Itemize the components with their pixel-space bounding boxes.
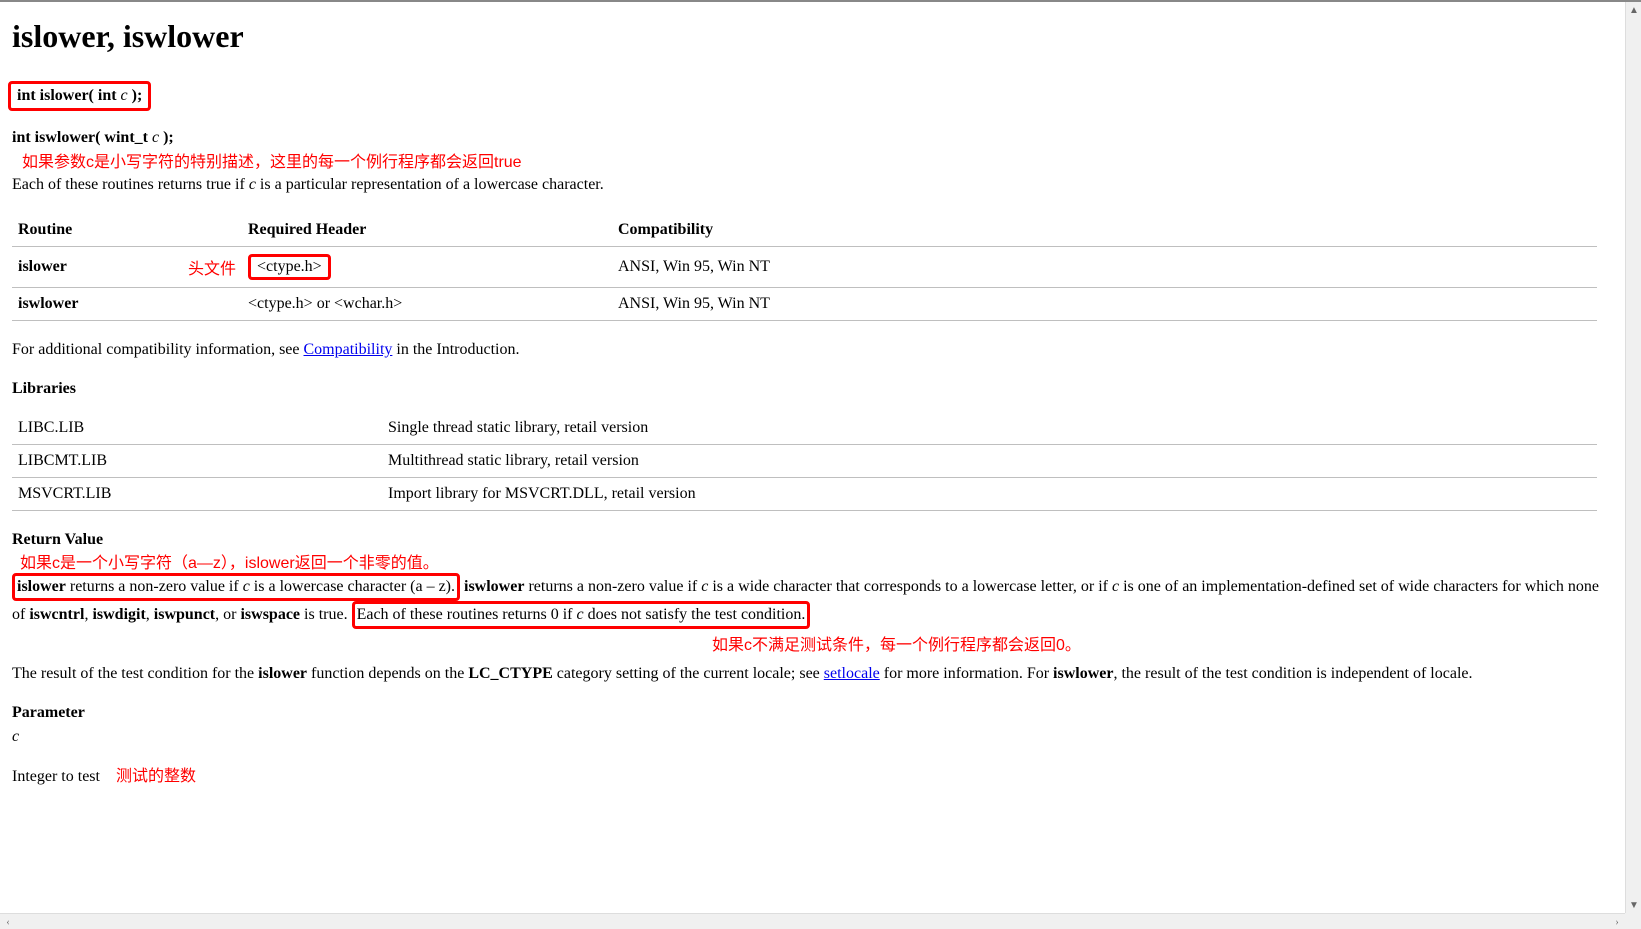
annotation-description: 如果参数c是小写字符的特别描述，这里的每一个例行程序都会返回true bbox=[22, 148, 1613, 172]
cell-compat: ANSI, Win 95, Win NT bbox=[612, 246, 1597, 287]
return-value-highlight-2: Each of these routines returns 0 if c do… bbox=[352, 601, 811, 629]
document-viewport: islower, iswlower int islower( int c ); … bbox=[0, 0, 1641, 929]
cell-lib-desc: Single thread static library, retail ver… bbox=[382, 412, 1597, 445]
locale-note: The result of the test condition for the… bbox=[12, 663, 1613, 685]
signature-islower: int islower( int c ); bbox=[12, 81, 1613, 111]
return-value-highlight-1: islower returns a non-zero value if c is… bbox=[12, 573, 460, 601]
parameter-name: c bbox=[12, 726, 1613, 748]
annotation-parameter: 测试的整数 bbox=[116, 768, 196, 785]
annotation-return-value-2: 如果c不满足测试条件，每一个例行程序都会返回0。 bbox=[712, 631, 1613, 655]
signature-islower-highlight: int islower( int c ); bbox=[8, 81, 151, 111]
annotation-header-label: 头文件 bbox=[188, 255, 236, 279]
table-row: LIBCMT.LIB Multithread static library, r… bbox=[12, 445, 1597, 478]
page-title: islower, iswlower bbox=[12, 18, 1613, 55]
scroll-left-icon[interactable]: ‹ bbox=[0, 914, 16, 929]
annotation-return-value-1: 如果c是一个小写字符（a—z），islower返回一个非零的值。 bbox=[20, 549, 1613, 573]
scroll-down-icon[interactable]: ▼ bbox=[1626, 897, 1641, 913]
cell-compat: ANSI, Win 95, Win NT bbox=[612, 287, 1597, 320]
th-compatibility: Compatibility bbox=[612, 214, 1597, 247]
cell-lib-desc: Multithread static library, retail versi… bbox=[382, 445, 1597, 478]
link-setlocale[interactable]: setlocale bbox=[824, 665, 880, 682]
libraries-table: LIBC.LIB Single thread static library, r… bbox=[12, 412, 1597, 511]
cell-routine: iswlower bbox=[18, 295, 78, 312]
table-row: LIBC.LIB Single thread static library, r… bbox=[12, 412, 1597, 445]
cell-header-highlight: <ctype.h> bbox=[248, 254, 331, 280]
table-row: islower 头文件 <ctype.h> ANSI, Win 95, Win … bbox=[12, 246, 1597, 287]
vertical-scrollbar[interactable]: ▲ ▼ bbox=[1625, 2, 1641, 913]
heading-return-value: Return Value bbox=[12, 531, 1613, 549]
heading-libraries: Libraries bbox=[12, 380, 1613, 398]
compatibility-note: For additional compatibility information… bbox=[12, 339, 1613, 361]
cell-lib-name: LIBC.LIB bbox=[12, 412, 382, 445]
th-routine: Routine bbox=[12, 214, 242, 247]
document-body: islower, iswlower int islower( int c ); … bbox=[0, 2, 1625, 913]
cell-lib-name: LIBCMT.LIB bbox=[12, 445, 382, 478]
scroll-corner bbox=[1625, 913, 1641, 929]
th-required-header: Required Header bbox=[242, 214, 612, 247]
return-value-text: islower returns a non-zero value if c is… bbox=[12, 573, 1613, 628]
cell-routine: islower bbox=[18, 258, 67, 275]
table-row: MSVCRT.LIB Import library for MSVCRT.DLL… bbox=[12, 478, 1597, 511]
cell-header: <ctype.h> or <wchar.h> bbox=[242, 287, 612, 320]
parameter-description: Integer to test 测试的整数 bbox=[12, 766, 1613, 788]
link-compatibility[interactable]: Compatibility bbox=[304, 341, 393, 358]
horizontal-scrollbar[interactable]: ‹ › bbox=[0, 913, 1625, 929]
routine-table: Routine Required Header Compatibility is… bbox=[12, 214, 1597, 321]
scroll-right-icon[interactable]: › bbox=[1609, 914, 1625, 929]
table-row: iswlower <ctype.h> or <wchar.h> ANSI, Wi… bbox=[12, 287, 1597, 320]
cell-lib-name: MSVCRT.LIB bbox=[12, 478, 382, 511]
cell-lib-desc: Import library for MSVCRT.DLL, retail ve… bbox=[382, 478, 1597, 511]
scroll-up-icon[interactable]: ▲ bbox=[1626, 2, 1641, 18]
table-header-row: Routine Required Header Compatibility bbox=[12, 214, 1597, 247]
heading-parameter: Parameter bbox=[12, 704, 1613, 722]
signature-iswlower: int iswlower( wint_t c ); bbox=[12, 127, 1613, 149]
description-text: Each of these routines returns true if c… bbox=[12, 174, 1613, 196]
